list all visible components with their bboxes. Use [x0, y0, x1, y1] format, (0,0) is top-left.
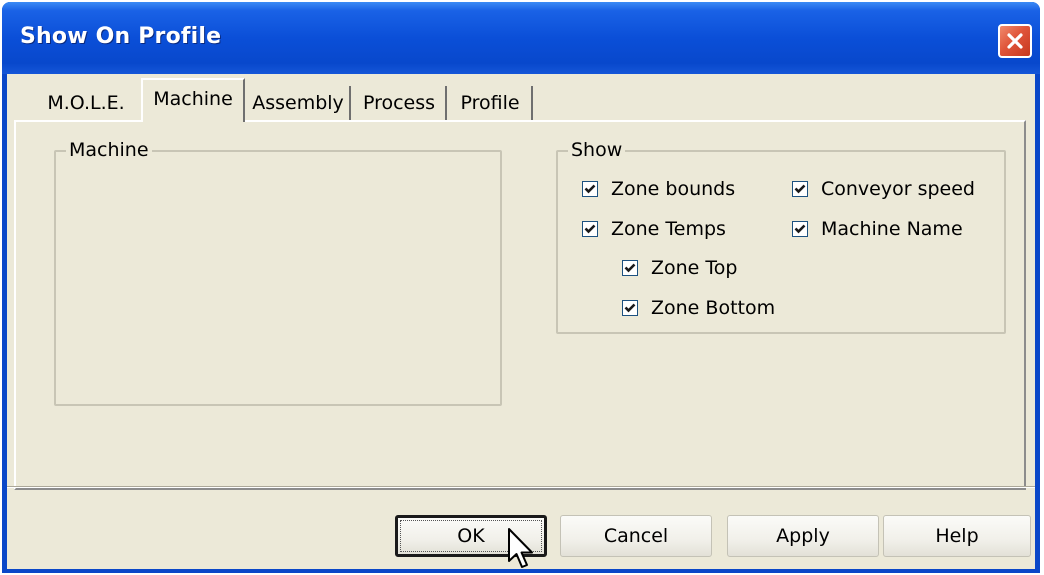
- checkbox-box[interactable]: [622, 300, 638, 316]
- checkbox-box[interactable]: [582, 221, 598, 237]
- tab-assembly[interactable]: Assembly: [247, 86, 351, 120]
- show-groupbox-label: Show: [568, 139, 626, 161]
- checkbox-box[interactable]: [582, 181, 598, 197]
- checkmark-icon: [794, 184, 806, 194]
- checkbox-label: Machine Name: [821, 218, 963, 240]
- button-separator: [7, 486, 1035, 488]
- help-button-label: Help: [935, 525, 979, 547]
- tab-label: Assembly: [252, 92, 344, 114]
- tab-process[interactable]: Process: [353, 86, 447, 120]
- checkbox-label: Zone Bottom: [651, 297, 776, 319]
- close-x-icon: [1007, 33, 1023, 49]
- checkbox-box[interactable]: [792, 221, 808, 237]
- checkbox-box[interactable]: [622, 260, 638, 276]
- checkbox-label: Zone Top: [651, 257, 738, 279]
- tab-mole[interactable]: M.O.L.E.: [29, 86, 145, 120]
- apply-button-label: Apply: [776, 525, 830, 547]
- conveyor-speed-checkbox[interactable]: Conveyor speed: [792, 178, 975, 200]
- checkbox-label: Zone bounds: [611, 178, 736, 200]
- dialog-window: Show On Profile M.O.L.E. Machine Assembl…: [2, 2, 1040, 573]
- arrow-cursor-icon: [508, 528, 533, 568]
- checkbox-box[interactable]: [792, 181, 808, 197]
- help-button[interactable]: Help: [883, 515, 1031, 557]
- checkmark-icon: [624, 263, 636, 273]
- checkmark-icon: [584, 184, 596, 194]
- tab-panel-machine: Machine Show Zone bounds Conveyor speed: [14, 120, 1026, 490]
- window-title: Show On Profile: [20, 24, 222, 49]
- ok-button-label: OK: [457, 525, 485, 547]
- checkmark-icon: [794, 224, 806, 234]
- machine-groupbox: Machine: [54, 139, 502, 406]
- tab-label: Machine: [153, 88, 233, 110]
- tab-profile[interactable]: Profile: [449, 86, 533, 120]
- tab-label: M.O.L.E.: [47, 92, 125, 114]
- zone-bounds-checkbox[interactable]: Zone bounds: [582, 178, 735, 200]
- checkmark-icon: [584, 224, 596, 234]
- tab-label: Profile: [460, 92, 520, 114]
- checkbox-label: Conveyor speed: [821, 178, 975, 200]
- tab-machine[interactable]: Machine: [141, 78, 245, 122]
- apply-button[interactable]: Apply: [727, 515, 879, 557]
- title-bar[interactable]: Show On Profile: [2, 2, 1040, 74]
- tab-label: Process: [362, 92, 436, 114]
- zone-top-checkbox[interactable]: Zone Top: [622, 257, 737, 279]
- close-button[interactable]: [998, 24, 1032, 58]
- cancel-button-label: Cancel: [603, 525, 669, 547]
- machine-name-checkbox[interactable]: Machine Name: [792, 218, 963, 240]
- machine-groupbox-label: Machine: [66, 139, 152, 161]
- dialog-client-area: M.O.L.E. Machine Assembly Process Profil…: [7, 74, 1035, 569]
- zone-bottom-checkbox[interactable]: Zone Bottom: [622, 297, 775, 319]
- checkbox-label: Zone Temps: [611, 218, 726, 240]
- cancel-button[interactable]: Cancel: [560, 515, 712, 557]
- checkmark-icon: [624, 303, 636, 313]
- zone-temps-checkbox[interactable]: Zone Temps: [582, 218, 726, 240]
- show-groupbox: Show Zone bounds Conveyor speed Zone Tem…: [556, 139, 1006, 334]
